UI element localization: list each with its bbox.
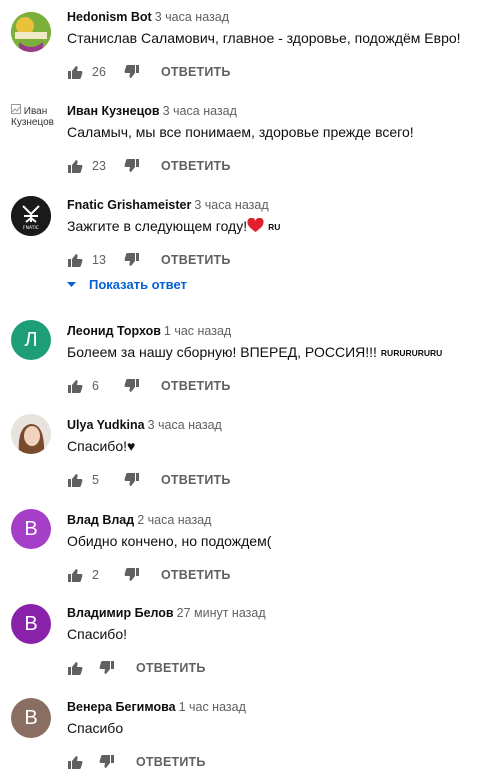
author-name[interactable]: Леонид Торхов: [67, 324, 161, 338]
timestamp[interactable]: 3 часа назад: [163, 104, 237, 118]
dislike-icon[interactable]: [124, 64, 140, 80]
dislike-icon[interactable]: [99, 660, 115, 676]
dislike-icon[interactable]: [124, 252, 140, 268]
caret-down-icon: [67, 281, 76, 287]
like-icon[interactable]: [67, 378, 83, 394]
like-count: 23: [92, 159, 106, 173]
avatar[interactable]: B: [11, 698, 51, 738]
timestamp[interactable]: 3 часа назад: [194, 198, 268, 212]
reply-button[interactable]: ОТВЕТИТЬ: [161, 253, 231, 267]
like-count: 6: [92, 379, 99, 393]
author-name[interactable]: Владимир Белов: [67, 606, 174, 620]
avatar[interactable]: [11, 12, 51, 52]
author-name[interactable]: Ulya Yudkina: [67, 418, 145, 432]
reply-button[interactable]: ОТВЕТИТЬ: [161, 379, 231, 393]
comment-text: Зажгите в следующем году! RU: [67, 217, 281, 234]
avatar[interactable]: Иван Кузнецов: [11, 104, 55, 144]
show-replies-label: Показать ответ: [89, 277, 187, 292]
like-count: 5: [92, 473, 99, 487]
avatar[interactable]: Л: [11, 320, 51, 360]
comment-text: Станислав Саламович, главное - здоровье,…: [67, 30, 461, 46]
like-count: 26: [92, 65, 106, 79]
comment-text: Спасибо!♥: [67, 438, 136, 454]
comment-text: Саламыч, мы все понимаем, здоровье прежд…: [67, 124, 414, 140]
avatar[interactable]: B: [11, 509, 51, 549]
avatar-image: [11, 12, 51, 52]
comment-text-body: Зажгите в следующем году!: [67, 218, 248, 234]
timestamp[interactable]: 2 часа назад: [137, 513, 211, 527]
show-replies-button[interactable]: Показать ответ: [67, 277, 187, 292]
heart-emoji-icon: [247, 217, 264, 232]
timestamp[interactable]: 27 минут назад: [177, 606, 266, 620]
dislike-icon[interactable]: [124, 158, 140, 174]
flag-ru: RURURURURU: [380, 348, 443, 358]
like-count: 2: [92, 568, 99, 582]
timestamp[interactable]: 3 часа назад: [148, 418, 222, 432]
like-icon[interactable]: [67, 158, 83, 174]
author-name[interactable]: Влад Влад: [67, 513, 134, 527]
comment-text-body: Болеем за нашу сборную! ВПЕРЕД, РОССИЯ!!…: [67, 344, 377, 360]
author-name[interactable]: Иван Кузнецов: [67, 104, 160, 118]
comment-text: Спасибо: [67, 720, 124, 736]
comment-text: Болеем за нашу сборную! ВПЕРЕД, РОССИЯ!!…: [67, 344, 442, 360]
avatar-letter: B: [24, 517, 38, 540]
like-icon[interactable]: [67, 64, 83, 80]
reply-button[interactable]: ОТВЕТИТЬ: [161, 568, 231, 582]
broken-image-icon: [11, 104, 21, 114]
svg-text:FNATIC: FNATIC: [23, 225, 39, 231]
comment-text: Спасибо!: [67, 626, 127, 642]
dislike-icon[interactable]: [99, 754, 115, 770]
reply-button[interactable]: ОТВЕТИТЬ: [161, 65, 231, 79]
timestamp[interactable]: 1 час назад: [164, 324, 231, 338]
avatar-letter: B: [24, 706, 38, 729]
reply-button[interactable]: ОТВЕТИТЬ: [136, 661, 206, 675]
dislike-icon[interactable]: [124, 472, 140, 488]
avatar[interactable]: [11, 414, 51, 454]
like-icon[interactable]: [67, 754, 83, 770]
author-name[interactable]: Fnatic Grishameister: [67, 198, 191, 212]
avatar-image: [11, 414, 51, 454]
author-name[interactable]: Венера Бегимова: [67, 700, 176, 714]
reply-button[interactable]: ОТВЕТИТЬ: [161, 159, 231, 173]
author-name[interactable]: Hedonism Bot: [67, 10, 152, 24]
avatar[interactable]: FNATIC: [11, 196, 51, 236]
like-icon[interactable]: [67, 252, 83, 268]
like-icon[interactable]: [67, 660, 83, 676]
avatar-letter: Л: [24, 328, 38, 351]
comment-text: Обидно кончено, но подождем(: [67, 533, 272, 549]
timestamp[interactable]: 1 час назад: [179, 700, 246, 714]
avatar[interactable]: B: [11, 604, 51, 644]
like-count: 13: [92, 253, 106, 267]
reply-button[interactable]: ОТВЕТИТЬ: [161, 473, 231, 487]
avatar-letter: B: [24, 612, 38, 635]
dislike-icon[interactable]: [124, 378, 140, 394]
dislike-icon[interactable]: [124, 567, 140, 583]
fnatic-logo-icon: FNATIC: [11, 196, 51, 236]
like-icon[interactable]: [67, 567, 83, 583]
timestamp[interactable]: 3 часа назад: [155, 10, 229, 24]
reply-button[interactable]: ОТВЕТИТЬ: [136, 755, 206, 769]
like-icon[interactable]: [67, 472, 83, 488]
flag-ru: RU: [268, 222, 281, 232]
